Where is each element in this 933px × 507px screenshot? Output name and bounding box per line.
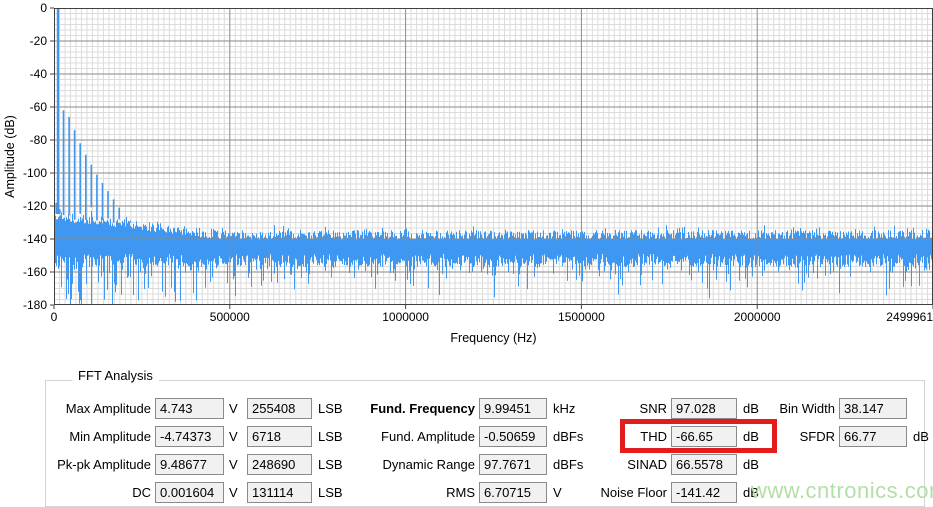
max-amplitude-volts-unit: V	[224, 401, 239, 416]
svg-text:500000: 500000	[210, 310, 250, 324]
min-amplitude-label: Min Amplitude	[40, 429, 155, 444]
noise-floor-unit: dB	[737, 485, 759, 500]
thd-row: THD -66.65 dB	[560, 426, 759, 447]
snr-row: SNR 97.028 dB	[560, 398, 759, 419]
snr-unit: dB	[737, 401, 759, 416]
svg-text:-40: -40	[30, 67, 48, 81]
fund-amplitude-row: Fund. Amplitude -0.50659 dBFs	[340, 426, 583, 447]
bin-width-field[interactable]: 38.147	[839, 398, 907, 419]
svg-text:0: 0	[51, 310, 58, 324]
fund-frequency-field[interactable]: 9.99451	[479, 398, 547, 419]
fft-plot: 0 -20 -40 -60 -80 -100 -120 -140 -160 -180 0 500000…	[0, 0, 933, 350]
sinad-label: SINAD	[560, 457, 671, 472]
noise-floor-field[interactable]: -141.42	[671, 482, 737, 503]
svg-text:1500000: 1500000	[558, 310, 605, 324]
dc-lsb-unit: LSB	[312, 485, 343, 500]
thd-label: THD	[560, 429, 671, 444]
dc-row: DC 0.001604 V 131114 LSB	[40, 482, 343, 503]
noise-floor-label: Noise Floor	[560, 485, 671, 500]
max-amplitude-volts-field[interactable]: 4.743	[155, 398, 224, 419]
svg-text:-120: -120	[23, 199, 47, 213]
dynamic-range-row: Dynamic Range 97.7671 dBFs	[340, 454, 583, 475]
dc-volts-unit: V	[224, 485, 239, 500]
pkpk-amplitude-lsb-unit: LSB	[312, 457, 343, 472]
pkpk-amplitude-volts-unit: V	[224, 457, 239, 472]
fund-amplitude-label: Fund. Amplitude	[340, 429, 479, 444]
min-amplitude-lsb-unit: LSB	[312, 429, 343, 444]
svg-text:-180: -180	[23, 298, 47, 312]
min-amplitude-volts-unit: V	[224, 429, 239, 444]
svg-text:-160: -160	[23, 265, 47, 279]
thd-unit: dB	[737, 429, 759, 444]
sfdr-row: SFDR 66.77 dB	[770, 426, 929, 447]
y-axis-title: Amplitude (dB)	[3, 115, 17, 198]
pkpk-amplitude-label: Pk-pk Amplitude	[40, 457, 155, 472]
svg-text:-100: -100	[23, 166, 47, 180]
sfdr-unit: dB	[907, 429, 929, 444]
pkpk-amplitude-lsb-field[interactable]: 248690	[247, 454, 312, 475]
sinad-unit: dB	[737, 457, 759, 472]
svg-text:-60: -60	[30, 100, 48, 114]
max-amplitude-lsb-unit: LSB	[312, 401, 343, 416]
svg-text:2499961: 2499961	[886, 310, 933, 324]
pkpk-amplitude-volts-field[interactable]: 9.48677	[155, 454, 224, 475]
dc-lsb-field[interactable]: 131114	[247, 482, 312, 503]
fund-amplitude-field[interactable]: -0.50659	[479, 426, 547, 447]
sinad-row: SINAD 66.5578 dB	[560, 454, 759, 475]
dc-volts-field[interactable]: 0.001604	[155, 482, 224, 503]
max-amplitude-lsb-field[interactable]: 255408	[247, 398, 312, 419]
rms-row: RMS 6.70715 V	[340, 482, 562, 503]
svg-text:-140: -140	[23, 232, 47, 246]
snr-label: SNR	[560, 401, 671, 416]
bin-width-label: Bin Width	[770, 401, 839, 416]
rms-label: RMS	[340, 485, 479, 500]
svg-text:-80: -80	[30, 133, 48, 147]
min-amplitude-lsb-field[interactable]: 6718	[247, 426, 312, 447]
svg-text:0: 0	[40, 1, 47, 15]
sfdr-field[interactable]: 66.77	[839, 426, 907, 447]
fund-frequency-row: Fund. Frequency 9.99451 kHz	[340, 398, 575, 419]
fund-frequency-label: Fund. Frequency	[340, 401, 479, 416]
dynamic-range-field[interactable]: 97.7671	[479, 454, 547, 475]
fft-analysis-title: FFT Analysis	[72, 368, 159, 383]
svg-text:2000000: 2000000	[734, 310, 781, 324]
sinad-field[interactable]: 66.5578	[671, 454, 737, 475]
dc-label: DC	[40, 485, 155, 500]
dynamic-range-label: Dynamic Range	[340, 457, 479, 472]
min-amplitude-row: Min Amplitude -4.74373 V 6718 LSB	[40, 426, 343, 447]
max-amplitude-label: Max Amplitude	[40, 401, 155, 416]
svg-text:1000000: 1000000	[382, 310, 429, 324]
fft-spectrum-chart: 0 -20 -40 -60 -80 -100 -120 -140 -160 -180 0 500000…	[0, 0, 933, 350]
rms-field[interactable]: 6.70715	[479, 482, 547, 503]
thd-field[interactable]: -66.65	[671, 426, 737, 447]
snr-field[interactable]: 97.028	[671, 398, 737, 419]
noise-floor-row: Noise Floor -141.42 dB	[560, 482, 759, 503]
x-axis-title: Frequency (Hz)	[450, 331, 536, 345]
pkpk-amplitude-row: Pk-pk Amplitude 9.48677 V 248690 LSB	[40, 454, 343, 475]
max-amplitude-row: Max Amplitude 4.743 V 255408 LSB	[40, 398, 343, 419]
sfdr-label: SFDR	[770, 429, 839, 444]
min-amplitude-volts-field[interactable]: -4.74373	[155, 426, 224, 447]
bin-width-row: Bin Width 38.147	[770, 398, 913, 419]
svg-text:-20: -20	[30, 34, 48, 48]
